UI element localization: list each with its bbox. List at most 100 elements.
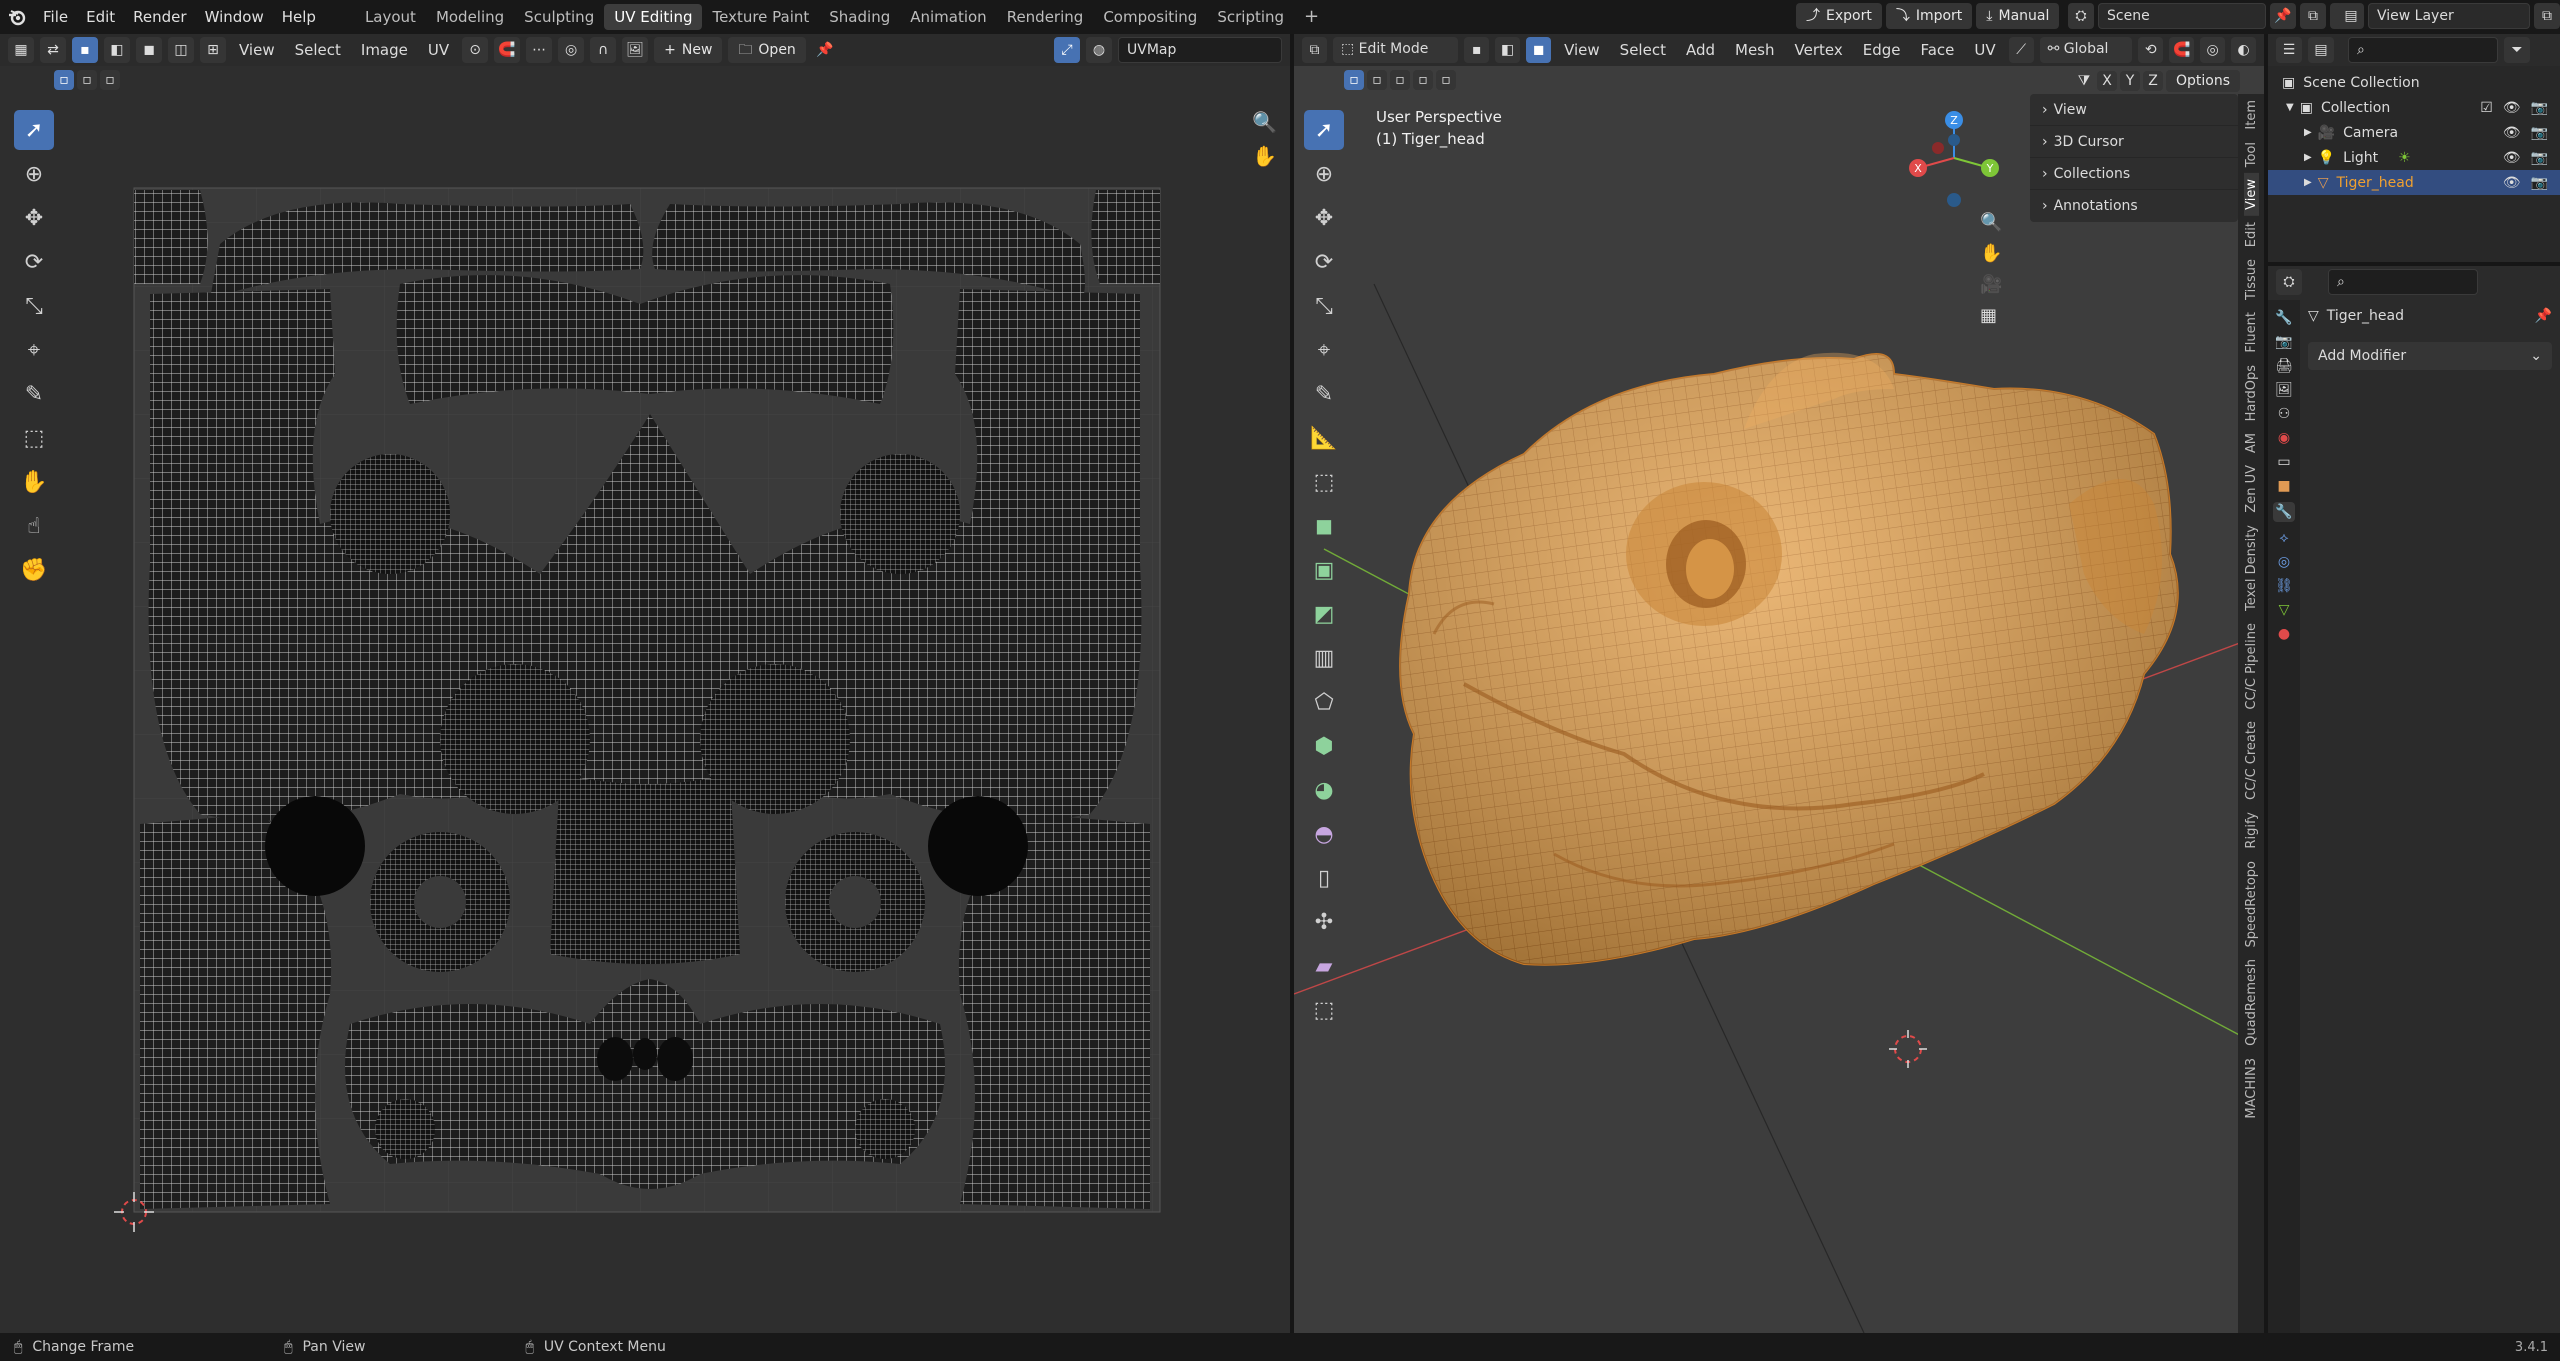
uv-menu-view[interactable]: View [232,36,282,64]
outliner-search-input[interactable]: ⌕ [2348,37,2498,63]
new-scene-icon[interactable]: ⧉ [2300,3,2326,29]
tab-animation[interactable]: Animation [900,4,996,30]
scene-icon[interactable]: ⛭ [2068,3,2094,29]
npanel-tab-speedretopo[interactable]: SpeedRetopo [2244,855,2259,953]
vp-pan-icon[interactable]: ✋ [1980,243,2002,264]
navigation-gizmo[interactable]: Z Y X [1904,108,2004,208]
vp-scale-tool-icon[interactable]: ⤡ [1304,286,1344,326]
ortho-toggle-icon[interactable]: ▦ [1980,305,2002,326]
npanel-tab-am[interactable]: AM [2244,427,2259,459]
bevel-tool-icon[interactable]: ◩ [1304,594,1344,634]
outliner-filter-icon[interactable]: ⏷ [2504,37,2530,63]
uv-canvas[interactable] [0,94,1290,1274]
outliner-row-tiger-head[interactable]: ▶ ▽ Tiger_head 👁 📷 [2268,170,2560,195]
uv-overlay-icon[interactable]: ◍ [1086,37,1112,63]
pin-scene-icon[interactable]: 📌 [2270,3,2296,29]
uv-menu-select[interactable]: Select [288,36,348,64]
add-cube-tool-icon[interactable]: ⬚ [1304,462,1344,502]
outliner-row-camera[interactable]: ▶ 🎥 Camera 👁 📷 [2268,120,2560,145]
npanel-tab-ccc-pipeline[interactable]: CC/C Pipeline [2244,617,2259,716]
select-subtract-icon[interactable]: ▫ [100,70,120,90]
npanel-collections-section[interactable]: › Collections [2030,158,2238,190]
modifier-tab-icon[interactable]: 🔧 [2273,502,2295,522]
tab-uv-editing[interactable]: UV Editing [604,4,703,30]
visibility-eye-icon[interactable]: 👁 [2503,125,2521,141]
vp-annotate-tool-icon[interactable]: ✎ [1304,374,1344,414]
properties-editor-type-icon[interactable]: ⛭ [2276,269,2302,295]
view-layer-selector[interactable]: View Layer [2368,3,2530,29]
menu-file[interactable]: File [34,3,77,31]
npanel-tab-machin3[interactable]: MACHIN3 [2244,1052,2259,1125]
scene-collection-row[interactable]: ▣ Scene Collection [2268,70,2560,95]
pin-icon[interactable]: 📌 [2535,308,2552,324]
snap-target-icon[interactable]: ⋯ [526,37,553,63]
pin-image-icon[interactable]: 📌 [812,37,838,63]
tab-shading[interactable]: Shading [819,4,900,30]
tool-settings-tab-icon[interactable]: 🔧 [2275,310,2292,326]
tab-sculpting[interactable]: Sculpting [514,4,604,30]
edge-slide-tool-icon[interactable]: ▯ [1304,858,1344,898]
constraints-tab-icon[interactable]: ⛓ [2275,578,2293,594]
3d-cursor-icon[interactable] [1889,1030,1927,1068]
poly-build-tool-icon[interactable]: ⬢ [1304,726,1344,766]
scene-selector[interactable]: Scene [2098,3,2266,29]
menu-window[interactable]: Window [196,3,273,31]
tab-compositing[interactable]: Compositing [1093,4,1207,30]
scene-tab-icon[interactable]: ⚇ [2278,406,2291,422]
vp-cursor-tool-icon[interactable]: ⊕ [1304,154,1344,194]
visibility-eye-icon[interactable]: 👁 [2503,150,2521,166]
collection-tab-icon[interactable]: ▭ [2277,454,2290,470]
tab-texture-paint[interactable]: Texture Paint [702,4,819,30]
vp-move-tool-icon[interactable]: ✥ [1304,198,1344,238]
sync-selection-icon[interactable]: ⇄ [40,37,66,63]
collapse-arrow-icon[interactable]: ▼ [2286,102,2294,113]
smooth-tool-icon[interactable]: ◓ [1304,814,1344,854]
npanel-tab-quadremesh[interactable]: QuadRemesh [2244,953,2259,1052]
proportional-edit-icon[interactable]: ◎ [558,37,585,63]
viewport-scene[interactable] [1294,34,2264,1333]
tab-layout[interactable]: Layout [355,4,426,30]
object-tab-icon[interactable]: ■ [2277,478,2290,494]
uv-menu-uv[interactable]: UV [421,36,456,64]
tab-modeling[interactable]: Modeling [426,4,514,30]
inset-tool-icon[interactable]: ▣ [1304,550,1344,590]
import-button[interactable]: ⤵ Import [1885,3,1973,29]
render-camera-icon[interactable]: 📷 [2531,150,2548,166]
npanel-tab-view[interactable]: View [2243,172,2259,216]
shear-tool-icon[interactable]: ▰ [1304,946,1344,986]
npanel-tab-fluent[interactable]: Fluent [2244,306,2259,359]
render-camera-icon[interactable]: 📷 [2531,125,2548,141]
new-image-button[interactable]: + New [654,37,723,63]
island-select-icon[interactable]: ◫ [168,37,194,63]
tab-scripting[interactable]: Scripting [1207,4,1294,30]
visibility-eye-icon[interactable]: 👁 [2503,175,2521,191]
new-view-layer-icon[interactable]: ⧉ [2534,3,2560,29]
collection-row[interactable]: ▼ ▣ Collection ☑ 👁 📷 [2268,95,2560,120]
manual-button[interactable]: ⤓ Manual [1976,3,2060,29]
menu-help[interactable]: Help [273,3,325,31]
vertex-select-icon[interactable]: ▪ [72,37,98,63]
material-tab-icon[interactable]: ● [2278,626,2290,642]
data-tab-icon[interactable]: ▽ [2279,602,2290,618]
tab-rendering[interactable]: Rendering [997,4,1094,30]
properties-search-input[interactable]: ⌕ [2328,269,2478,295]
camera-view-icon[interactable]: 🎥 [1980,274,2002,295]
vp-zoom-icon[interactable]: 🔍 [1980,212,2002,233]
falloff-icon[interactable]: ∩ [590,37,617,63]
vp-measure-tool-icon[interactable]: 📐 [1304,418,1344,458]
vp-transform-tool-icon[interactable]: ⌖ [1304,330,1344,370]
physics-tab-icon[interactable]: ◎ [2278,554,2290,570]
npanel-tab-ccc-create[interactable]: CC/C Create [2244,715,2259,806]
render-tab-icon[interactable]: 📷 [2275,334,2292,350]
sticky-select-icon[interactable]: ⊞ [200,37,226,63]
npanel-annotations-section[interactable]: › Annotations [2030,190,2238,222]
rip-region-tool-icon[interactable]: ⬚ [1304,990,1344,1030]
face-select-icon[interactable]: ◼ [136,37,162,63]
view-layer-icon[interactable]: ▤ [2338,3,2364,29]
npanel-tab-item[interactable]: Item [2244,94,2259,136]
render-camera-icon[interactable]: 📷 [2531,100,2548,116]
menu-edit[interactable]: Edit [77,3,124,31]
menu-render[interactable]: Render [124,3,195,31]
extrude-tool-icon[interactable]: ◼ [1304,506,1344,546]
npanel-view-section[interactable]: › View [2030,94,2238,126]
